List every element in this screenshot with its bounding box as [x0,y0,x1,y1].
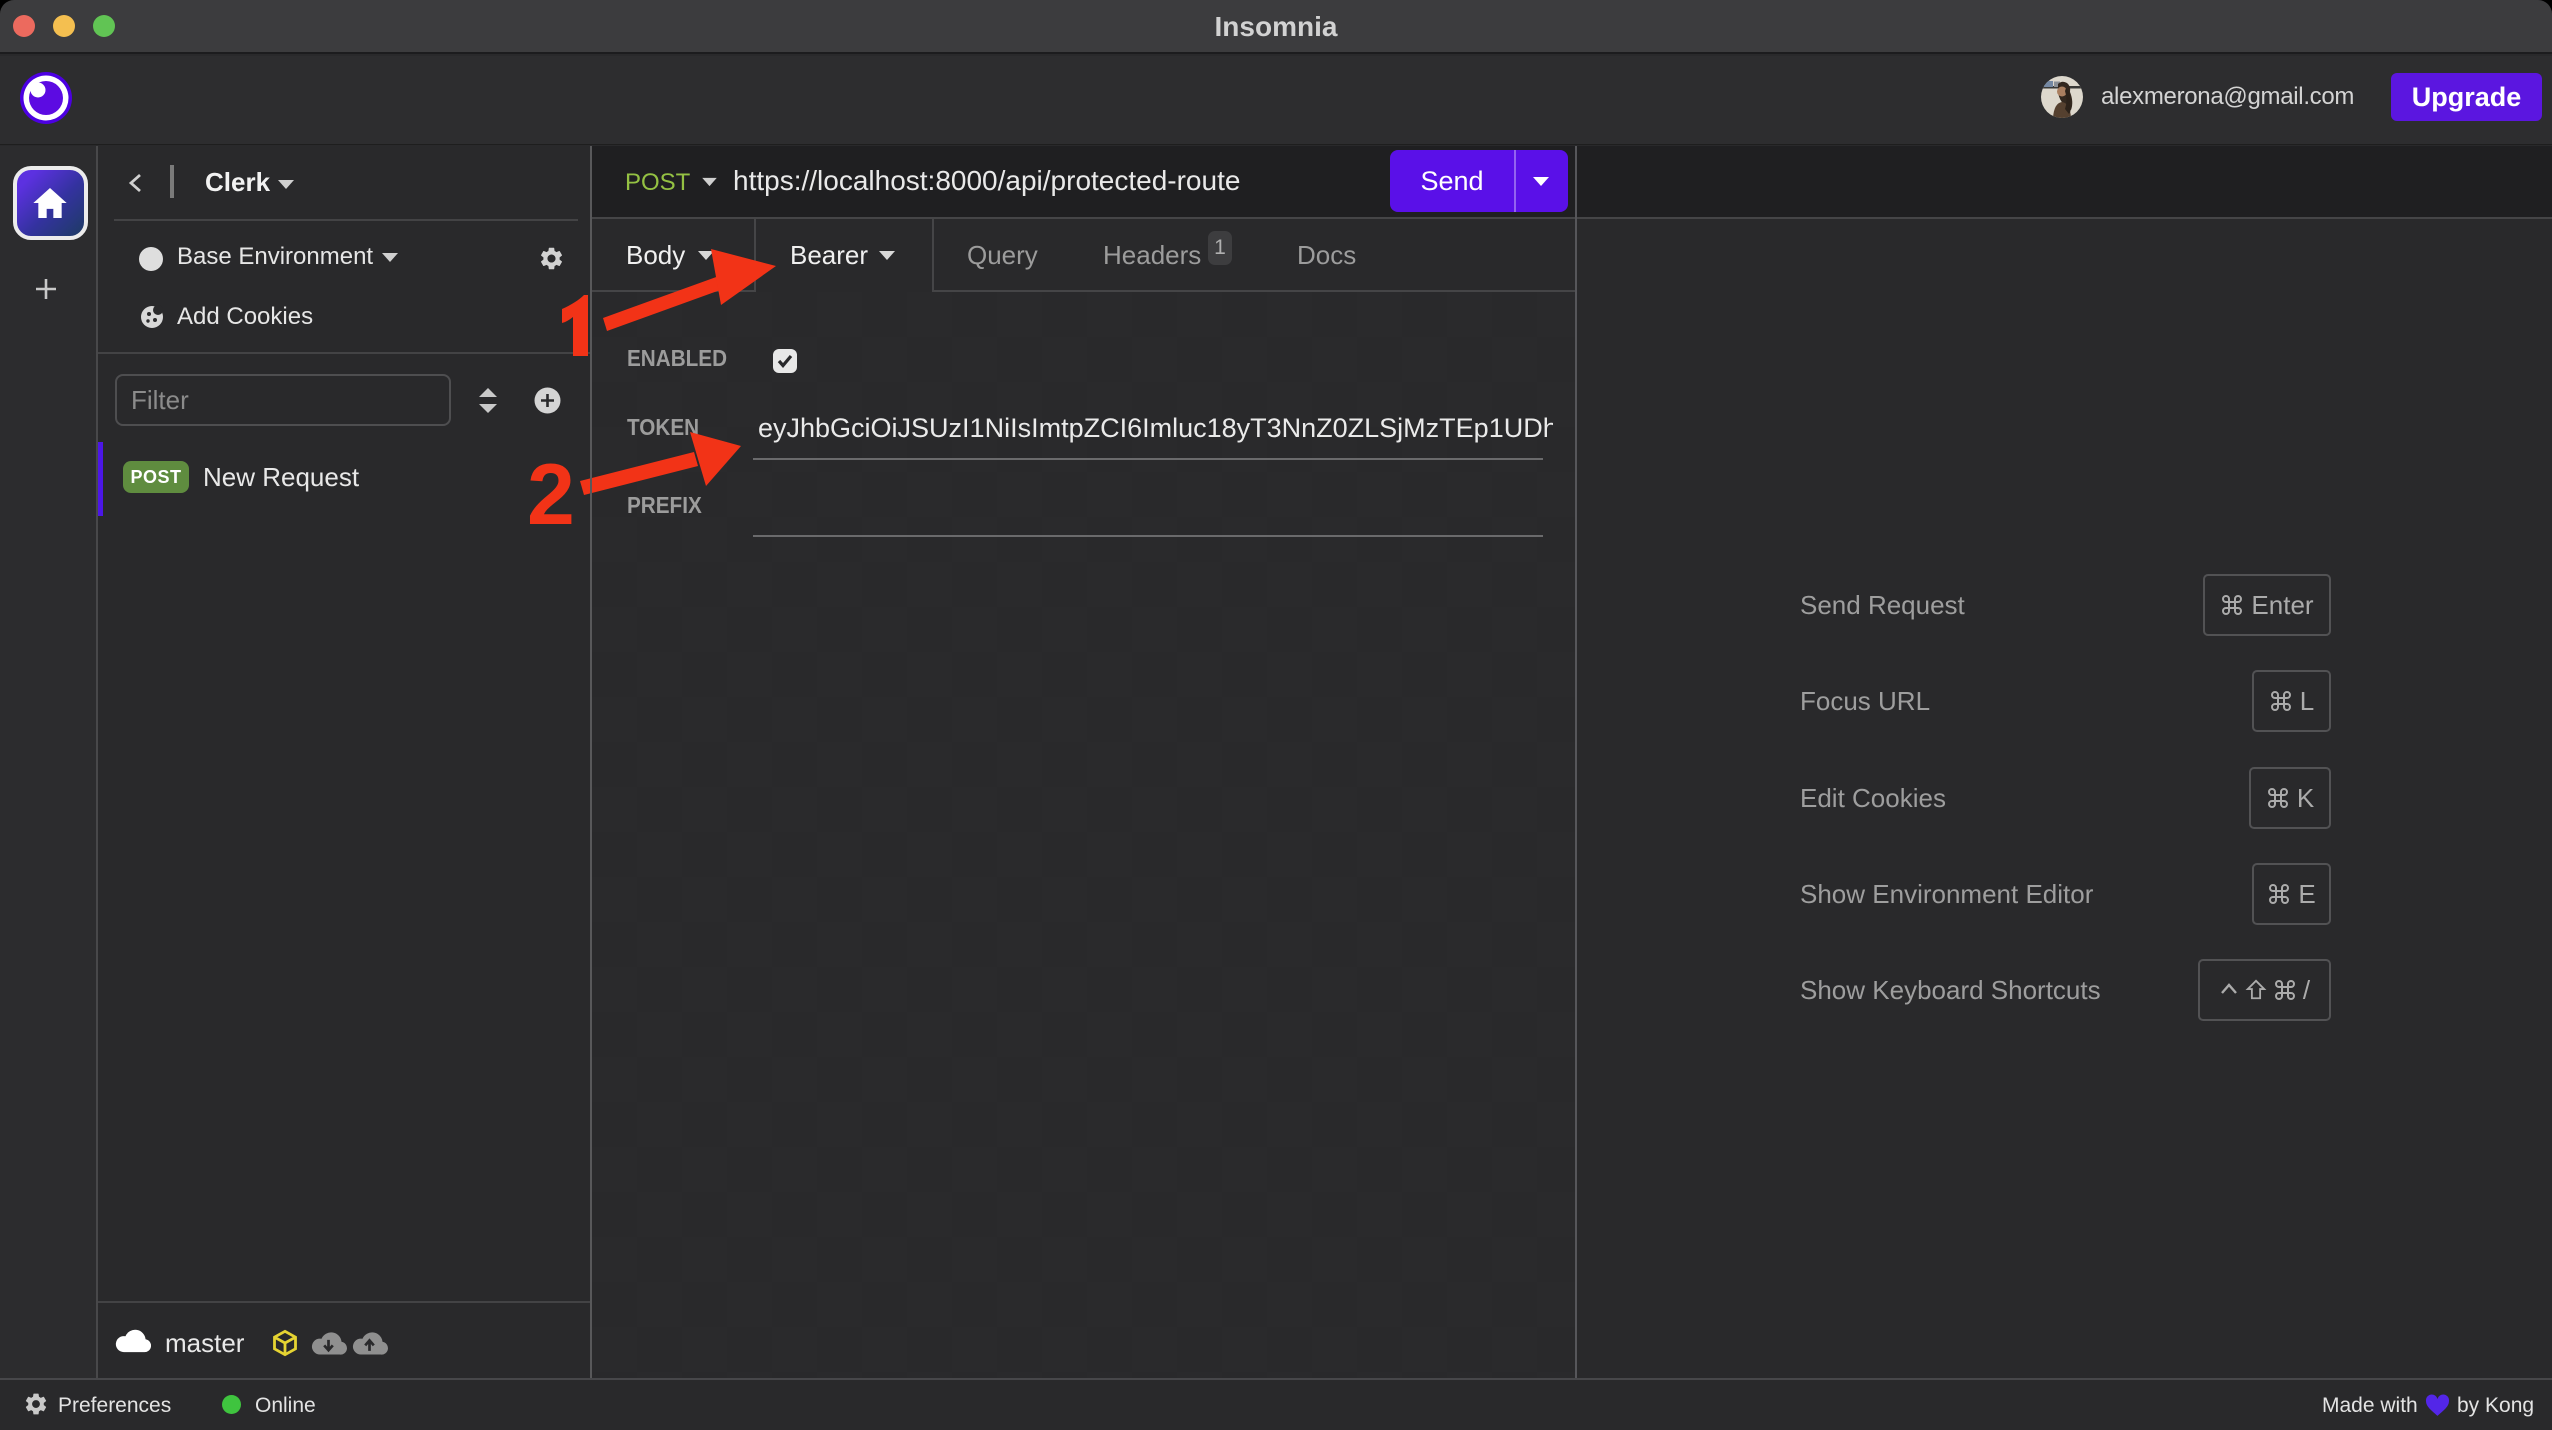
svg-text:2: 2 [527,447,575,543]
